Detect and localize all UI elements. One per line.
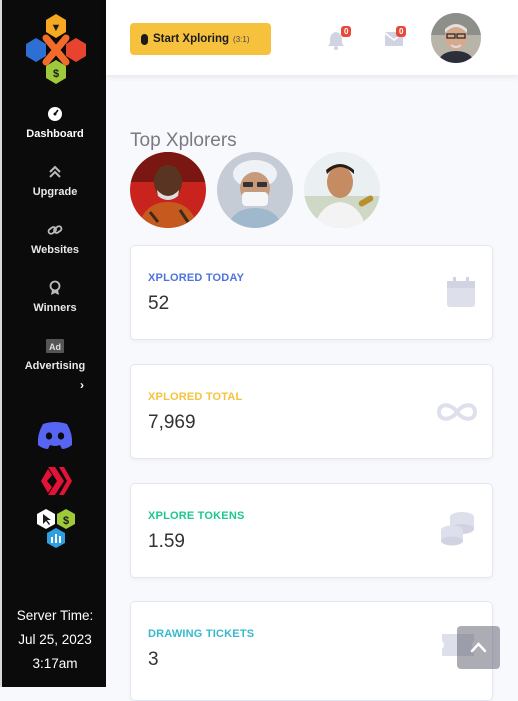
notifications-button[interactable]: 0 — [326, 26, 352, 55]
sidebar-item-label: Dashboard — [26, 128, 84, 140]
messages-count-badge: 0 — [396, 26, 407, 37]
messages-button[interactable]: 0 — [384, 26, 407, 51]
stat-card-xplore-tokens: XPLORE TOKENS 1.59 — [130, 483, 493, 578]
sidebar-item-label: Advertising — [24, 360, 86, 372]
sidebar-item-upgrade[interactable]: Upgrade — [2, 164, 108, 198]
mouse-icon — [141, 33, 148, 45]
hive-icon[interactable] — [39, 466, 73, 496]
sidebar-item-advertising[interactable]: Ad Advertising — [2, 338, 108, 372]
top-xplorer-avatar[interactable] — [217, 152, 293, 228]
server-date: Jul 25, 2023 — [18, 632, 92, 647]
infinity-icon — [436, 403, 478, 421]
xplorer-hex-icon[interactable]: $ — [35, 508, 79, 550]
start-xploring-button[interactable]: Start Xploring (3:1) — [130, 23, 271, 55]
award-icon — [49, 280, 61, 295]
scroll-to-top-button[interactable] — [457, 626, 500, 669]
chevron-up-icon — [470, 642, 487, 653]
stat-card-drawing-tickets: DRAWING TICKETS 3 — [130, 601, 493, 701]
stat-value: 52 — [148, 293, 170, 314]
start-xploring-label: Start Xploring — [153, 33, 230, 45]
stat-card-xplored-total: XPLORED TOTAL 7,969 — [130, 364, 493, 459]
svg-text:$: $ — [53, 68, 59, 80]
svg-text:$: $ — [63, 515, 69, 527]
stat-value: 3 — [148, 649, 159, 670]
svg-text:▼: ▼ — [51, 22, 62, 34]
stat-label: XPLORED TODAY — [148, 272, 245, 284]
sidebar-item-dashboard[interactable]: Dashboard — [2, 106, 108, 140]
stat-label: XPLORED TOTAL — [148, 391, 243, 403]
stat-value: 1.59 — [148, 531, 185, 552]
start-xploring-ratio: (3:1) — [233, 34, 250, 44]
calendar-icon — [447, 277, 475, 307]
sidebar-item-label: Upgrade — [32, 186, 78, 198]
stat-value: 7,969 — [148, 412, 196, 433]
double-chevron-up-icon — [49, 165, 61, 178]
ad-icon: Ad — [46, 339, 64, 353]
gauge-icon — [48, 107, 62, 121]
sidebar-item-winners[interactable]: Winners — [2, 280, 108, 314]
section-title: Top Xplorers — [130, 130, 237, 151]
sidebar-item-label: Winners — [33, 302, 77, 314]
sidebar-item-websites[interactable]: Websites — [2, 222, 108, 256]
xplorer-logo-icon[interactable]: ▼ $ — [24, 12, 88, 84]
chevron-right-icon[interactable]: › — [80, 378, 84, 392]
user-avatar[interactable] — [431, 13, 481, 63]
discord-icon[interactable] — [35, 420, 75, 450]
link-icon — [47, 225, 63, 235]
stat-label: DRAWING TICKETS — [148, 628, 255, 640]
sidebar: ▼ $ Dashboard Upgrade Websites Winners A… — [0, 0, 106, 687]
sidebar-item-label: Websites — [30, 244, 80, 256]
topbar: Start Xploring (3:1) 0 0 — [106, 0, 518, 75]
top-xplorer-avatar[interactable] — [304, 152, 380, 228]
svg-text:Ad: Ad — [49, 342, 61, 352]
coins-icon — [441, 512, 474, 546]
stat-card-xplored-today: XPLORED TODAY 52 — [130, 245, 493, 340]
server-clock: 3:17am — [32, 656, 78, 671]
server-time-label: Server Time: — [16, 608, 94, 623]
notifications-count-badge: 0 — [341, 26, 352, 37]
top-xplorer-avatar[interactable] — [130, 152, 206, 228]
stat-label: XPLORE TOKENS — [148, 510, 245, 522]
